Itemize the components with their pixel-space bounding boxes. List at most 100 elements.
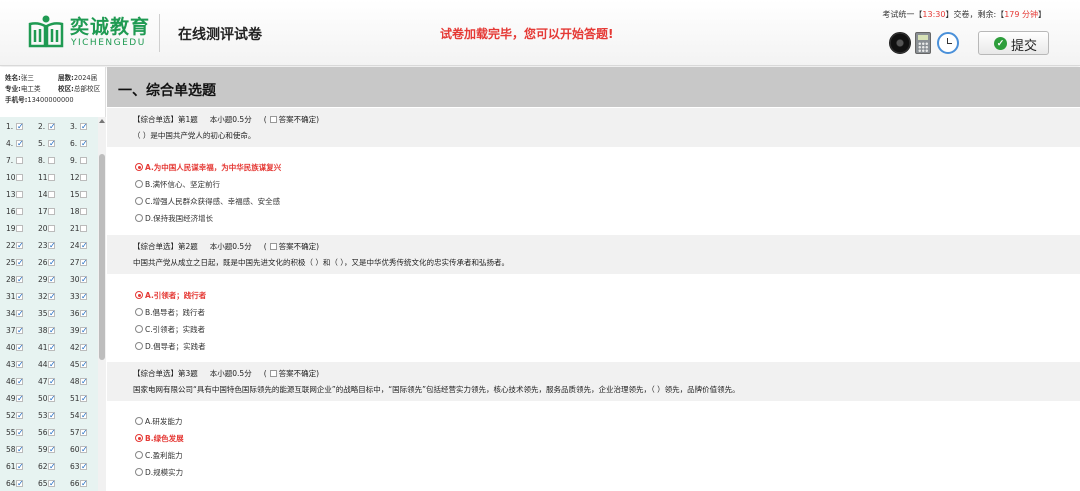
question-nav-item[interactable]: 65. ✓ <box>33 477 63 490</box>
question-nav-item[interactable]: 31. ✓ <box>1 290 31 303</box>
question-nav-item[interactable]: 61. ✓ <box>1 460 31 473</box>
radio-icon[interactable] <box>135 325 143 333</box>
question-nav-item[interactable]: 21. <box>65 222 95 235</box>
question-nav-item[interactable]: 47. ✓ <box>33 375 63 388</box>
unsure-checkbox[interactable] <box>269 370 277 377</box>
checkmark-icon: ✓ <box>80 122 88 131</box>
option-label: B.满怀信心、坚定前行 <box>145 180 221 189</box>
question-nav-item[interactable]: 40. ✓ <box>1 341 31 354</box>
clock-icon[interactable] <box>937 32 959 54</box>
question-nav-item[interactable]: 4. ✓ <box>1 137 31 150</box>
question-nav-item[interactable]: 63. ✓ <box>65 460 95 473</box>
question-nav-item[interactable]: 64. ✓ <box>1 477 31 490</box>
radio-icon[interactable] <box>135 468 143 476</box>
question-nav-item[interactable]: 26. ✓ <box>33 256 63 269</box>
unsure-label: 答案不确定 <box>278 369 317 378</box>
question-nav-item[interactable]: 13. <box>1 188 31 201</box>
option-label: D.保持我国经济增长 <box>145 214 214 223</box>
question-nav-item[interactable]: 8. <box>33 154 63 167</box>
question-nav-item[interactable]: 25. ✓ <box>1 256 31 269</box>
question-nav-item[interactable]: 38. ✓ <box>33 324 63 337</box>
question-nav-item[interactable]: 19. <box>1 222 31 235</box>
radio-icon[interactable] <box>135 342 143 350</box>
question-nav-item[interactable]: 9. <box>65 154 95 167</box>
calculator-icon[interactable] <box>915 32 931 54</box>
question-nav-item[interactable]: 29. ✓ <box>33 273 63 286</box>
question-nav-item[interactable]: 16. <box>1 205 31 218</box>
question-nav-item[interactable]: 37. ✓ <box>1 324 31 337</box>
question-nav-item[interactable]: 5. ✓ <box>33 137 63 150</box>
question-nav-item[interactable]: 66. ✓ <box>65 477 95 490</box>
question-nav-item[interactable]: 44. ✓ <box>33 358 63 371</box>
checkmark-icon: ✓ <box>80 479 88 488</box>
radio-icon[interactable] <box>135 291 143 299</box>
question-nav-item[interactable]: 42. ✓ <box>65 341 95 354</box>
question-nav-item[interactable]: 49. ✓ <box>1 392 31 405</box>
sidebar-scrollbar[interactable] <box>98 117 106 491</box>
question-nav-item[interactable]: 33. ✓ <box>65 290 95 303</box>
checkmark-icon: ✓ <box>16 445 24 454</box>
radio-icon[interactable] <box>135 308 143 316</box>
question-nav-item[interactable]: 17. <box>33 205 63 218</box>
scroll-thumb[interactable] <box>99 154 105 360</box>
radio-icon[interactable] <box>135 214 143 222</box>
question-nav-item[interactable]: 7. <box>1 154 31 167</box>
radio-icon[interactable] <box>135 163 143 171</box>
empty-checkbox-icon <box>16 225 23 232</box>
question-nav-item[interactable]: 10. <box>1 171 31 184</box>
question-nav-item[interactable]: 51. ✓ <box>65 392 95 405</box>
question-nav-item[interactable]: 34. ✓ <box>1 307 31 320</box>
question-nav-item[interactable]: 35. ✓ <box>33 307 63 320</box>
question-nav-item[interactable]: 43. ✓ <box>1 358 31 371</box>
question-nav-item[interactable]: 12. <box>65 171 95 184</box>
question-nav-item[interactable]: 18. <box>65 205 95 218</box>
question-nav-item[interactable]: 30. ✓ <box>65 273 95 286</box>
unsure-checkbox[interactable] <box>269 243 277 250</box>
question-nav-item[interactable]: 2. ✓ <box>33 120 63 133</box>
question-nav-item[interactable]: 27. ✓ <box>65 256 95 269</box>
question-nav-item[interactable]: 56. ✓ <box>33 426 63 439</box>
question-nav-item[interactable]: 55. ✓ <box>1 426 31 439</box>
question-nav-item[interactable]: 22. ✓ <box>1 239 31 252</box>
submit-button[interactable]: ✓ 提交 <box>978 31 1049 55</box>
question-nav-item[interactable]: 45. ✓ <box>65 358 95 371</box>
question-nav-item[interactable]: 28. ✓ <box>1 273 31 286</box>
question-nav-item[interactable]: 11. <box>33 171 63 184</box>
radio-icon[interactable] <box>135 451 143 459</box>
record-icon[interactable] <box>889 32 911 54</box>
question-nav-item[interactable]: 39. ✓ <box>65 324 95 337</box>
question-nav-item[interactable]: 58. ✓ <box>1 443 31 456</box>
question-nav-item[interactable]: 41. ✓ <box>33 341 63 354</box>
question-nav-item[interactable]: 6. ✓ <box>65 137 95 150</box>
radio-icon[interactable] <box>135 197 143 205</box>
question-nav-item[interactable]: 60. ✓ <box>65 443 95 456</box>
question-nav-item[interactable]: 14. <box>33 188 63 201</box>
question-nav-item[interactable]: 54. ✓ <box>65 409 95 422</box>
question-nav-item[interactable]: 52. ✓ <box>1 409 31 422</box>
question-nav-item[interactable]: 59. ✓ <box>33 443 63 456</box>
question-nav-item[interactable]: 23. ✓ <box>33 239 63 252</box>
question-nav-item[interactable]: 48. ✓ <box>65 375 95 388</box>
question-nav-item[interactable]: 36. ✓ <box>65 307 95 320</box>
question-nav-item[interactable]: 57. ✓ <box>65 426 95 439</box>
unsure-checkbox[interactable] <box>269 116 277 123</box>
question-nav-item[interactable]: 32. ✓ <box>33 290 63 303</box>
radio-icon[interactable] <box>135 417 143 425</box>
question-nav-item[interactable]: 1. ✓ <box>1 120 31 133</box>
sidebar: 姓名:张三 层数:2024届 专业:电工类 校区:总部校区 手机号:134000… <box>0 67 106 491</box>
question-nav-item[interactable]: 53. ✓ <box>33 409 63 422</box>
question-nav-item[interactable]: 50. ✓ <box>33 392 63 405</box>
question-nav-item[interactable]: 15. <box>65 188 95 201</box>
checkmark-icon: ✓ <box>16 411 24 420</box>
empty-checkbox-icon <box>48 225 55 232</box>
question-nav-item[interactable]: 20. <box>33 222 63 235</box>
question-nav-item[interactable]: 3. ✓ <box>65 120 95 133</box>
question-nav-item[interactable]: 24. ✓ <box>65 239 95 252</box>
campus-label: 校区: <box>58 85 74 93</box>
question-nav-item[interactable]: 62. ✓ <box>33 460 63 473</box>
question-nav-item[interactable]: 46. ✓ <box>1 375 31 388</box>
option-label: A.研发能力 <box>145 417 183 426</box>
scroll-up-arrow-icon[interactable] <box>99 119 105 123</box>
radio-icon[interactable] <box>135 434 143 442</box>
radio-icon[interactable] <box>135 180 143 188</box>
